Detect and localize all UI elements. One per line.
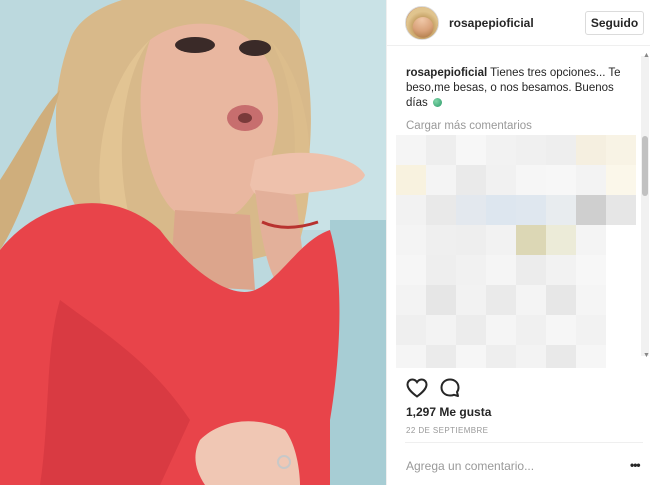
pixel-block — [396, 255, 426, 285]
pixel-block — [486, 135, 516, 165]
photo-illustration — [0, 0, 386, 485]
following-button[interactable]: Seguido — [585, 11, 644, 35]
pixel-block — [396, 195, 426, 225]
pixel-block — [576, 135, 606, 165]
pixel-block — [396, 225, 426, 255]
pixel-block — [546, 195, 576, 225]
pixel-block — [516, 315, 546, 345]
pixel-block — [426, 285, 456, 315]
pixel-block — [456, 345, 486, 368]
pixel-block — [516, 135, 546, 165]
pixel-block — [576, 345, 606, 368]
pixel-block — [486, 225, 516, 255]
pixel-block — [546, 345, 576, 368]
divider — [405, 442, 643, 443]
pixel-block — [426, 135, 456, 165]
pixel-block — [396, 135, 426, 165]
heart-outline-icon[interactable] — [405, 376, 429, 400]
comments-section: rosapepioficial Tienes tres opciones... … — [387, 46, 650, 368]
pixel-block — [606, 255, 636, 285]
pixel-block — [396, 345, 426, 368]
username-link[interactable]: rosapepioficial — [449, 16, 534, 30]
pixel-block — [426, 195, 456, 225]
pixel-block — [606, 135, 636, 165]
pixel-block — [396, 315, 426, 345]
pixel-block — [606, 315, 636, 345]
pixel-block — [456, 165, 486, 195]
pixel-block — [516, 195, 546, 225]
pixel-block — [486, 315, 516, 345]
pixel-block — [576, 165, 606, 195]
pixel-block — [486, 285, 516, 315]
pixel-block — [426, 225, 456, 255]
scroll-up-arrow-icon[interactable]: ▲ — [643, 52, 650, 59]
add-comment-input[interactable]: Agrega un comentario... — [406, 459, 534, 473]
pixel-block — [516, 225, 546, 255]
pixel-block — [456, 285, 486, 315]
pixel-block — [456, 225, 486, 255]
post-photo[interactable] — [0, 0, 386, 485]
scrollbar-thumb[interactable] — [642, 136, 648, 196]
pixel-block — [546, 165, 576, 195]
pixelated-comments — [396, 135, 636, 368]
pixel-block — [546, 135, 576, 165]
pixel-block — [546, 255, 576, 285]
caption-username-link[interactable]: rosapepioficial — [406, 67, 487, 79]
pixel-block — [396, 285, 426, 315]
pixel-block — [606, 345, 636, 368]
pixel-block — [426, 315, 456, 345]
pixel-block — [486, 165, 516, 195]
pixel-block — [576, 315, 606, 345]
pixel-block — [456, 195, 486, 225]
post-header: rosapepioficial Seguido — [387, 0, 650, 46]
comments-scrollbar[interactable] — [641, 56, 649, 356]
pixel-block — [546, 225, 576, 255]
pixel-block — [456, 135, 486, 165]
pixel-block — [516, 345, 546, 368]
pixel-block — [516, 285, 546, 315]
pixel-block — [576, 195, 606, 225]
pixel-block — [456, 315, 486, 345]
pixel-block — [606, 285, 636, 315]
post-side-panel: rosapepioficial Seguido rosapepioficial … — [386, 0, 650, 485]
pixel-block — [546, 315, 576, 345]
post-date[interactable]: 22 DE SEPTIEMBRE — [406, 426, 488, 435]
pixel-block — [576, 285, 606, 315]
pixel-block — [486, 195, 516, 225]
pixel-block — [426, 255, 456, 285]
pixel-block — [426, 165, 456, 195]
pixel-block — [426, 345, 456, 368]
pixel-block — [546, 285, 576, 315]
pixel-block — [396, 165, 426, 195]
pixel-block — [606, 225, 636, 255]
pixel-block — [576, 255, 606, 285]
pixel-block — [486, 255, 516, 285]
pixel-block — [576, 225, 606, 255]
more-options-icon[interactable]: ••• — [630, 458, 641, 472]
post-caption: rosapepioficial Tienes tres opciones... … — [406, 66, 636, 111]
scroll-down-arrow-icon[interactable]: ▼ — [643, 352, 650, 359]
pixel-block — [486, 345, 516, 368]
pixel-block — [516, 255, 546, 285]
like-count[interactable]: 1,297 Me gusta — [406, 405, 491, 419]
pixel-block — [456, 255, 486, 285]
avatar[interactable] — [405, 6, 439, 40]
pixel-block — [606, 195, 636, 225]
globe-emoji-icon — [432, 98, 442, 107]
speech-bubble-icon[interactable] — [438, 376, 462, 400]
pixel-block — [516, 165, 546, 195]
pixel-block — [606, 165, 636, 195]
load-more-comments-link[interactable]: Cargar más comentarios — [406, 120, 532, 132]
